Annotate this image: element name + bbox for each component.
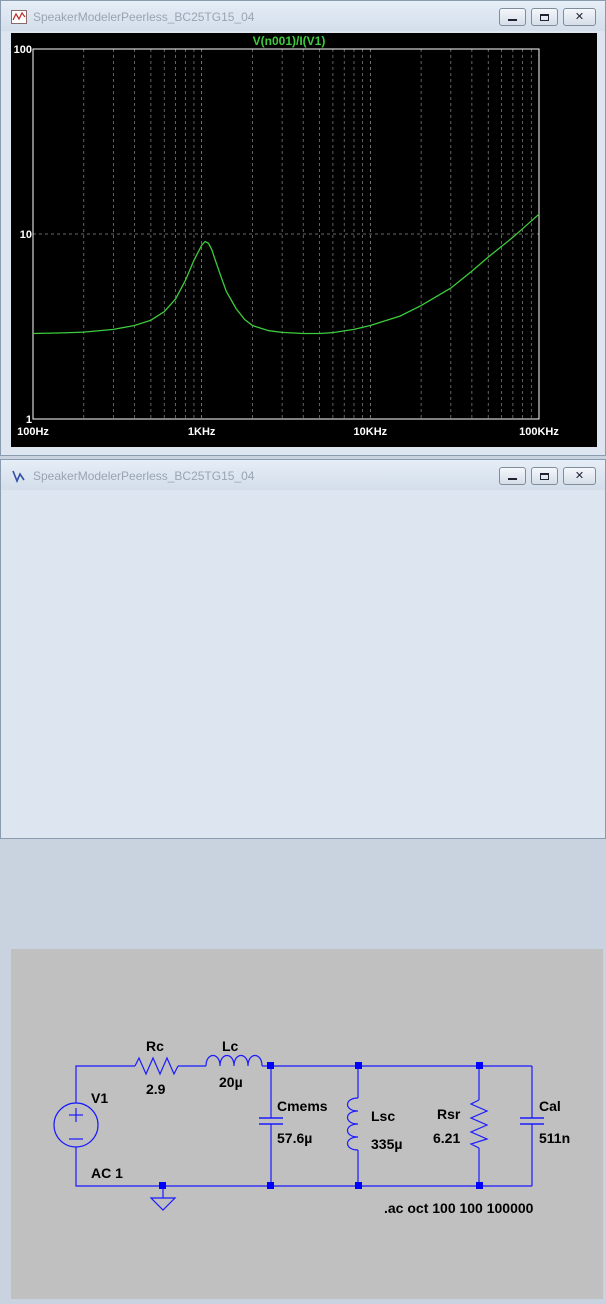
plot-window-titlebar[interactable]: SpeakerModelerPeerless_BC25TG15_04 ✕	[1, 1, 605, 31]
schematic-close-button[interactable]: ✕	[563, 467, 596, 485]
ac-analysis-directive[interactable]: .ac oct 100 100 100000	[384, 1200, 534, 1216]
cmems-value-label[interactable]: 57.6µ	[277, 1130, 312, 1146]
capacitor-cal-symbol[interactable]	[520, 1117, 544, 1125]
close-icon: ✕	[574, 469, 585, 482]
rsr-name-label[interactable]: Rsr	[437, 1106, 461, 1122]
minimize-icon	[508, 19, 517, 21]
rsr-value-label[interactable]: 6.21	[433, 1130, 460, 1146]
y-tick-label: 10	[20, 229, 32, 241]
y-tick-label: 1	[26, 414, 32, 426]
voltage-source-v1-symbol[interactable]	[53, 1102, 99, 1148]
plot-close-button[interactable]: ✕	[563, 8, 596, 26]
capacitor-cmems-symbol[interactable]	[259, 1117, 283, 1125]
schematic-window-title: SpeakerModelerPeerless_BC25TG15_04	[33, 469, 255, 483]
x-tick-label: 10KHz	[354, 426, 388, 438]
x-tick-label: 100KHz	[519, 426, 559, 438]
rc-value-label[interactable]: 2.9	[146, 1081, 166, 1097]
inductor-lc-symbol[interactable]	[205, 1054, 263, 1067]
close-icon: ✕	[574, 10, 585, 23]
x-tick-label: 1KHz	[188, 426, 216, 438]
resistor-rsr-symbol[interactable]	[469, 1099, 489, 1149]
junction-dots	[159, 1062, 483, 1189]
v1-name-label[interactable]: V1	[91, 1090, 108, 1106]
cal-value-label[interactable]: 511n	[539, 1130, 570, 1146]
schematic-window-titlebar[interactable]: SpeakerModelerPeerless_BC25TG15_04 ✕	[1, 460, 605, 490]
maximize-icon	[540, 13, 549, 21]
resistor-rc-symbol[interactable]	[134, 1056, 179, 1076]
impedance-chart[interactable]: V(n001)/I(V1) 1 10 100 100Hz 1KHz 10KHz …	[11, 33, 597, 447]
maximize-icon	[540, 472, 549, 480]
schematic-window: SpeakerModelerPeerless_BC25TG15_04 ✕ V1 …	[0, 459, 606, 1299]
plot-minimize-button[interactable]	[499, 8, 526, 26]
waveform-app-icon	[11, 10, 27, 24]
minimize-icon	[508, 478, 517, 480]
schematic-maximize-button[interactable]	[531, 467, 558, 485]
cal-name-label[interactable]: Cal	[539, 1098, 561, 1114]
schematic-minimize-button[interactable]	[499, 467, 526, 485]
ground-symbol[interactable]	[149, 1197, 177, 1211]
cmems-name-label[interactable]: Cmems	[277, 1098, 328, 1114]
v1-value-label[interactable]: AC 1	[91, 1165, 123, 1181]
lc-name-label[interactable]: Lc	[222, 1038, 239, 1054]
impedance-trace[interactable]	[32, 213, 540, 335]
plot-window-title: SpeakerModelerPeerless_BC25TG15_04	[33, 10, 255, 24]
plot-window: SpeakerModelerPeerless_BC25TG15_04 ✕ V(n…	[0, 0, 606, 456]
plot-maximize-button[interactable]	[531, 8, 558, 26]
lc-value-label[interactable]: 20µ	[219, 1074, 243, 1090]
y-tick-label: 100	[14, 44, 32, 56]
schematic-canvas[interactable]: V1 AC 1 Rc 2.9 Lc 20µ Cmems 57.6µ Lsc 33…	[11, 949, 603, 1299]
lsc-name-label[interactable]: Lsc	[371, 1108, 395, 1124]
chart-title[interactable]: V(n001)/I(V1)	[253, 34, 326, 48]
chart-grid	[33, 49, 540, 419]
circuit-schematic[interactable]: V1 AC 1 Rc 2.9 Lc 20µ Cmems 57.6µ Lsc 33…	[11, 949, 603, 1299]
rc-name-label[interactable]: Rc	[146, 1038, 164, 1054]
waveform-plot-pane[interactable]: V(n001)/I(V1) 1 10 100 100Hz 1KHz 10KHz …	[11, 33, 597, 447]
inductor-lsc-symbol[interactable]	[346, 1097, 359, 1151]
x-tick-label: 100Hz	[17, 426, 49, 438]
schematic-app-icon	[12, 470, 25, 483]
lsc-value-label[interactable]: 335µ	[371, 1136, 402, 1152]
